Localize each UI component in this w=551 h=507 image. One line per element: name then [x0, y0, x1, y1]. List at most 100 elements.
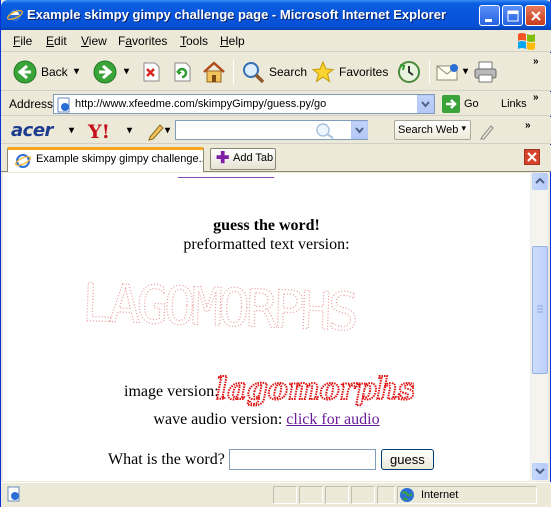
scroll-up-button[interactable] [532, 173, 548, 190]
minimize-button[interactable] [479, 5, 500, 26]
window-title: Example skimpy gimpy challenge page - Mi… [27, 7, 447, 22]
clipped-link[interactable]: ____________ [178, 173, 274, 181]
acer-toolbar: acer ▾ Y! ▾ ▾ Search Web ▾ » [1, 117, 551, 144]
chevron-down-icon [355, 127, 364, 134]
maximize-button[interactable] [502, 5, 523, 26]
plus-icon: ✚ [216, 150, 230, 167]
close-tab-button[interactable] [524, 149, 540, 165]
toolbar-separator [233, 60, 234, 84]
search-web-button[interactable]: Search Web ▾ [394, 120, 471, 140]
history-icon [398, 61, 420, 83]
tab-title: Example skimpy gimpy challenge... [36, 153, 204, 165]
status-pane [377, 486, 395, 504]
ascii-captcha-image: LAGOMORPHS [80, 273, 357, 343]
audio-link[interactable]: click for audio [286, 411, 379, 428]
search-button[interactable]: Search [241, 59, 307, 85]
refresh-button[interactable] [172, 59, 192, 85]
home-button[interactable] [202, 59, 226, 85]
mail-dropdown-icon[interactable]: ▾ [463, 66, 468, 77]
highlight-button[interactable] [147, 118, 167, 144]
thumb-grip-icon [537, 305, 543, 313]
address-bar: Address Go Links » [1, 92, 551, 116]
close-window-button[interactable] [525, 5, 546, 26]
close-icon [527, 152, 537, 162]
status-pane [351, 486, 375, 504]
scroll-thumb[interactable] [532, 246, 548, 374]
audio-row: wave audio version: click for audio [3, 411, 530, 429]
minimize-icon [485, 19, 492, 22]
yahoo-logo-icon: Y! [87, 121, 110, 142]
answer-input[interactable] [228, 449, 376, 470]
back-button[interactable]: Back [13, 59, 68, 85]
favorites-button[interactable]: Favorites [311, 59, 388, 85]
go-button[interactable]: Go [442, 95, 479, 113]
print-button[interactable] [473, 59, 499, 85]
add-tab-button[interactable]: ✚ Add Tab [210, 148, 276, 170]
menu-tools[interactable]: Tools [180, 34, 208, 48]
acer-logo[interactable]: acer [11, 120, 53, 141]
printer-icon [474, 61, 497, 83]
menu-file[interactable]: File [13, 34, 32, 48]
links-overflow-icon[interactable]: » [533, 92, 539, 103]
audio-label: wave audio version: [153, 411, 283, 428]
search-web-dropdown-icon[interactable]: ▾ [461, 123, 466, 134]
title-bar[interactable]: Example skimpy gimpy challenge page - Mi… [1, 0, 551, 30]
preformatted-label: preformatted text version: [183, 236, 350, 253]
status-pane [325, 486, 349, 504]
tab-active[interactable]: Example skimpy gimpy challenge... [7, 147, 204, 172]
chevron-down-icon [421, 101, 430, 108]
toolbar-search-dropdown[interactable] [351, 121, 368, 139]
address-dropdown-button[interactable] [417, 95, 434, 113]
mail-button[interactable] [435, 59, 461, 85]
page-content: ____________ guess the word! preformatte… [3, 173, 530, 481]
yahoo-button[interactable]: Y! [87, 118, 121, 144]
yahoo-dropdown-icon[interactable]: ▾ [127, 125, 132, 136]
ascii-word: LAGOMORPHS [81, 274, 357, 343]
menu-help[interactable]: Help [220, 34, 245, 48]
pen-button[interactable] [479, 118, 497, 144]
magnifier-icon [243, 62, 265, 84]
mail-icon [436, 64, 458, 81]
refresh-icon [174, 62, 191, 82]
menu-view[interactable]: View [81, 34, 107, 48]
menu-bar: File Edit View Favorites Tools Help [1, 30, 551, 52]
address-input[interactable] [75, 96, 415, 112]
answer-form: What is the word? guess [108, 449, 434, 470]
menu-edit[interactable]: Edit [46, 34, 67, 48]
page-icon [57, 97, 70, 113]
stop-button[interactable] [141, 59, 161, 85]
guess-button[interactable]: guess [380, 449, 434, 470]
maximize-icon [507, 10, 519, 22]
toolbar-separator [429, 60, 430, 84]
tab-bar: Example skimpy gimpy challenge... ✚ Add … [1, 145, 551, 172]
pen-icon [480, 125, 494, 140]
history-button[interactable] [396, 59, 422, 85]
page-status-icon [7, 486, 20, 502]
svg-text:Y!: Y! [87, 121, 110, 142]
vertical-scrollbar[interactable] [530, 173, 548, 481]
search-magnifier-icon [316, 123, 334, 139]
standard-toolbar: Back ▾ ▾ Search Favorites ▾ » [1, 53, 551, 91]
toolbar-search-field[interactable] [175, 120, 368, 140]
forward-arrow-icon [93, 60, 117, 84]
status-bar: Internet [1, 482, 551, 507]
forward-button[interactable] [93, 59, 117, 85]
star-icon [311, 60, 335, 83]
pencil-icon [148, 124, 164, 141]
scroll-down-button[interactable] [532, 463, 548, 480]
acer-overflow-icon[interactable]: » [525, 120, 531, 131]
tab-favicon-icon [15, 154, 31, 168]
back-dropdown-icon[interactable]: ▾ [74, 66, 79, 77]
highlight-dropdown-icon[interactable]: ▾ [165, 125, 170, 136]
acer-dropdown-icon[interactable]: ▾ [69, 125, 74, 136]
question-label: What is the word? [108, 450, 225, 468]
toolbar-search-input[interactable] [179, 122, 299, 138]
menu-favorites[interactable]: Favorites [118, 34, 167, 48]
forward-dropdown-icon[interactable]: ▾ [124, 66, 129, 77]
toolbar-overflow-icon[interactable]: » [533, 56, 539, 67]
windows-logo-icon [518, 33, 535, 50]
links-button[interactable]: Links [501, 98, 527, 110]
status-pane [299, 486, 323, 504]
scroll-down-arrow-icon [535, 468, 545, 475]
address-field[interactable] [53, 94, 435, 114]
